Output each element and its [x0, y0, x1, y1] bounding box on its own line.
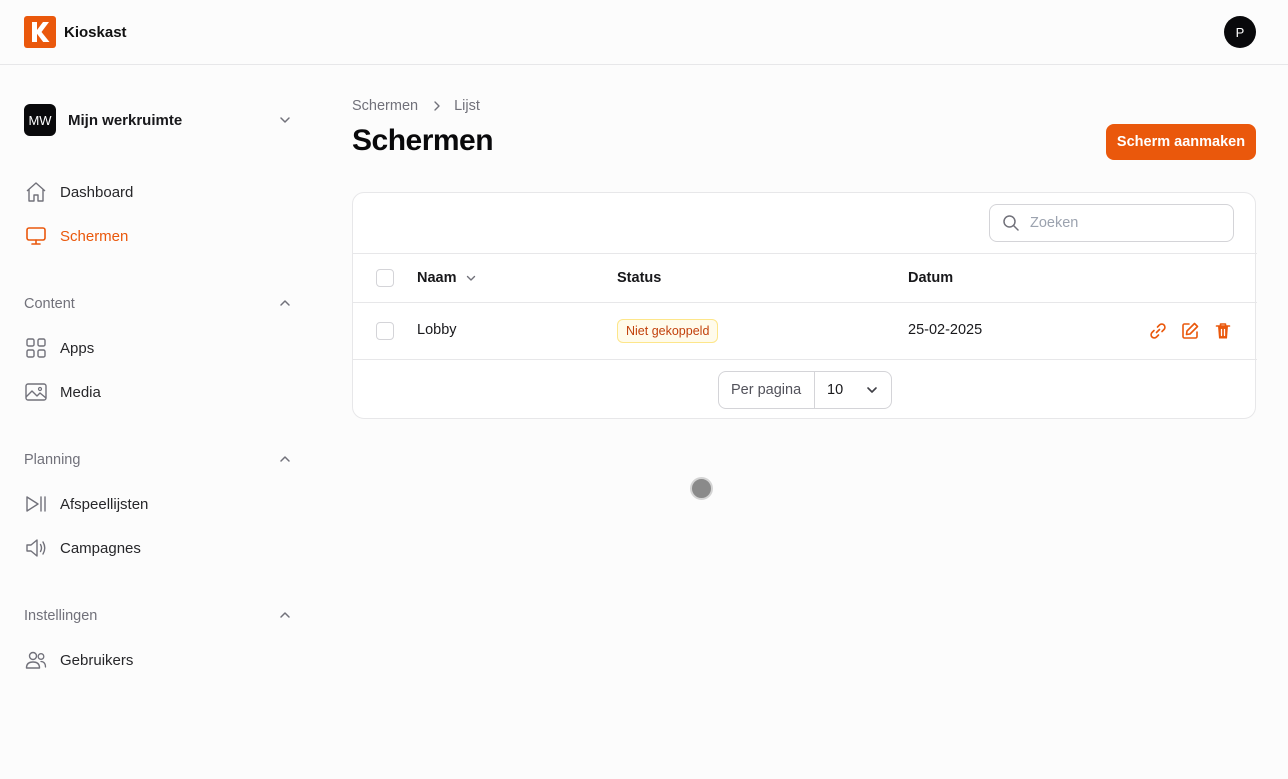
link-icon[interactable] — [1148, 321, 1168, 341]
section-content[interactable]: Content — [24, 294, 296, 314]
section-planning[interactable]: Planning — [24, 450, 296, 470]
breadcrumb-current: Lijst — [454, 98, 480, 114]
divider — [353, 302, 1257, 303]
edit-icon[interactable] — [1180, 321, 1200, 341]
divider — [353, 359, 1257, 360]
column-header-naam[interactable]: Naam — [417, 270, 477, 286]
chevron-down-icon — [280, 117, 290, 123]
megaphone-icon — [26, 539, 46, 557]
user-avatar[interactable]: P — [1224, 16, 1256, 48]
app-title: Kioskast — [64, 24, 127, 41]
sidebar-item-label: Dashboard — [60, 184, 134, 201]
image-icon — [25, 383, 47, 401]
loading-spinner — [690, 477, 713, 500]
sidebar-item-campagnes[interactable]: Campagnes — [24, 532, 296, 564]
trash-icon[interactable] — [1213, 321, 1233, 341]
sidebar-item-apps[interactable]: Apps — [24, 332, 296, 364]
divider — [353, 253, 1257, 254]
chevron-up-icon — [280, 612, 290, 618]
chevron-up-icon — [280, 300, 290, 306]
section-instellingen[interactable]: Instellingen — [24, 606, 296, 626]
search-input[interactable] — [1030, 213, 1220, 233]
sidebar-item-dashboard[interactable]: Dashboard — [24, 176, 296, 208]
sidebar-item-label: Apps — [60, 340, 95, 357]
sidebar-item-media[interactable]: Media — [24, 376, 296, 408]
sidebar-item-schermen[interactable]: Schermen — [24, 220, 296, 252]
sort-chevron-down-icon — [466, 275, 475, 281]
section-title: Planning — [24, 452, 81, 468]
sidebar-item-gebruikers[interactable]: Gebruikers — [24, 644, 296, 676]
per-page-selector[interactable]: Per pagina 10 — [718, 371, 892, 409]
breadcrumb: Schermen Lijst — [352, 98, 480, 114]
per-page-value: 10 — [827, 382, 844, 398]
play-list-icon — [26, 496, 46, 512]
search-box[interactable] — [989, 204, 1234, 242]
section-title: Content — [24, 296, 75, 312]
page-title: Schermen — [352, 124, 494, 157]
sidebar-item-label: Afspeellijsten — [60, 496, 149, 513]
sidebar-item-label: Gebruikers — [60, 652, 134, 669]
row-name: Lobby — [417, 322, 457, 338]
grid-icon — [26, 338, 46, 358]
column-header-datum: Datum — [908, 270, 954, 286]
top-bar: Kioskast P — [0, 0, 1288, 65]
divider — [814, 372, 815, 408]
users-icon — [25, 651, 47, 669]
select-all-checkbox[interactable] — [376, 269, 394, 287]
monitor-icon — [26, 227, 46, 245]
section-title: Instellingen — [24, 608, 98, 624]
row-checkbox[interactable] — [376, 322, 394, 340]
chevron-right-icon — [432, 100, 442, 112]
screens-table-card: Naam Status Datum Lobby Niet gekoppeld 2… — [352, 192, 1257, 419]
breadcrumb-parent[interactable]: Schermen — [352, 98, 418, 114]
kioskast-logo[interactable] — [24, 16, 56, 48]
home-icon — [26, 182, 46, 202]
row-date: 25-02-2025 — [908, 322, 983, 338]
chevron-down-icon — [867, 387, 877, 393]
workspace-name: Mijn werkruimte — [68, 112, 183, 129]
create-screen-button[interactable]: Scherm aanmaken — [1106, 124, 1256, 160]
sidebar-item-label: Media — [60, 384, 101, 401]
sidebar-item-afspeellijsten[interactable]: Afspeellijsten — [24, 488, 296, 520]
chevron-up-icon — [280, 456, 290, 462]
column-header-label: Naam — [417, 270, 457, 286]
sidebar-item-label: Campagnes — [60, 540, 141, 557]
search-icon — [1003, 215, 1019, 231]
workspace-avatar: MW — [24, 104, 56, 136]
column-header-status: Status — [617, 270, 662, 286]
workspace-switcher[interactable]: MW Mijn werkruimte — [24, 104, 296, 136]
per-page-label: Per pagina — [731, 382, 802, 398]
status-badge: Niet gekoppeld — [617, 319, 719, 343]
sidebar-item-label: Schermen — [60, 228, 129, 245]
logo-k-icon — [32, 22, 50, 42]
